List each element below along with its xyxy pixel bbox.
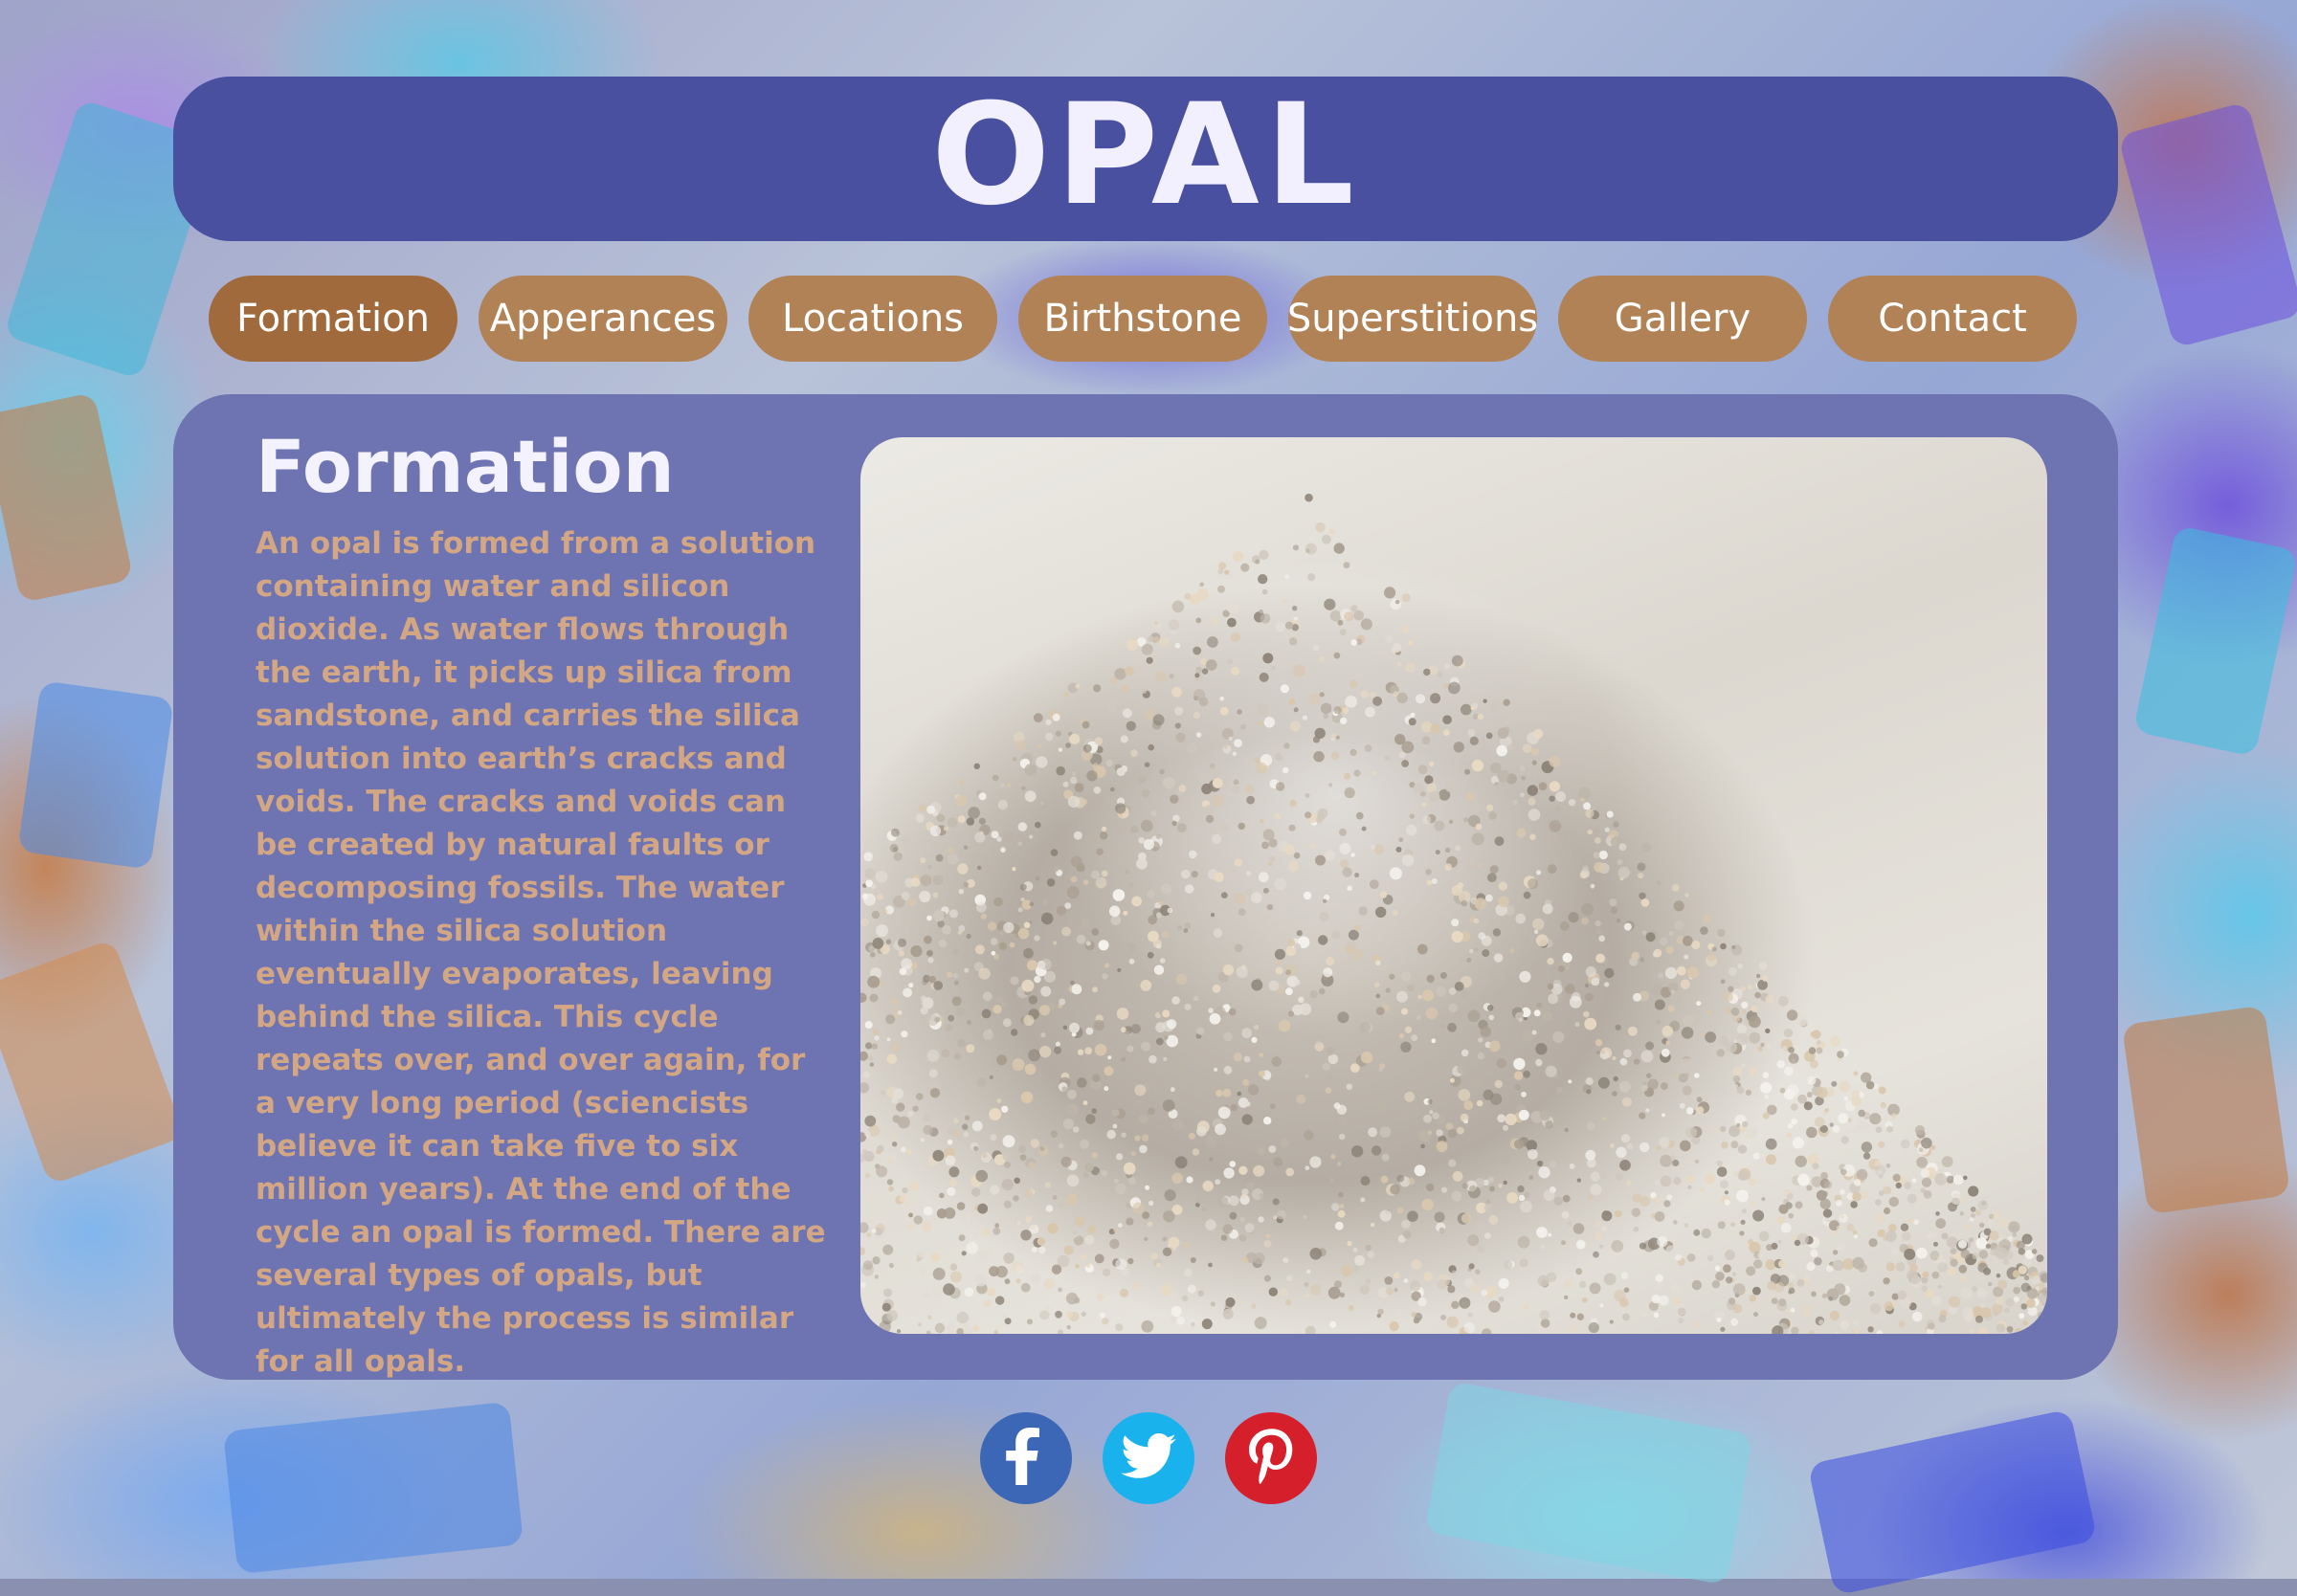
social-links (980, 1412, 1317, 1508)
nav-item-locations[interactable]: Locations (748, 276, 997, 362)
nav-item-superstitions[interactable]: Superstitions (1287, 276, 1538, 362)
nav-item-formation[interactable]: Formation (209, 276, 457, 362)
nav-item-contact[interactable]: Contact (1828, 276, 2077, 362)
facebook-icon (1005, 1428, 1047, 1489)
formation-body-text: An opal is formed from a solution contai… (256, 526, 826, 1379)
twitter-icon (1121, 1433, 1176, 1483)
nav-item-apperances[interactable]: Apperances (479, 276, 727, 362)
facebook-button[interactable] (980, 1412, 1072, 1504)
twitter-button[interactable] (1103, 1412, 1194, 1504)
site-title: OPAL (931, 74, 1360, 236)
content-panel: Formation An opal is formed from a solut… (173, 394, 2118, 1380)
sand-pile-image (860, 437, 2047, 1334)
nav-item-gallery[interactable]: Gallery (1558, 276, 1807, 362)
section-heading: Formation (256, 424, 675, 509)
nav-item-birthstone[interactable]: Birthstone (1018, 276, 1267, 362)
site-header: OPAL (173, 77, 2118, 241)
pinterest-icon (1249, 1429, 1293, 1488)
main-nav: Formation Apperances Locations Birthston… (209, 276, 2080, 362)
pinterest-button[interactable] (1225, 1412, 1317, 1504)
